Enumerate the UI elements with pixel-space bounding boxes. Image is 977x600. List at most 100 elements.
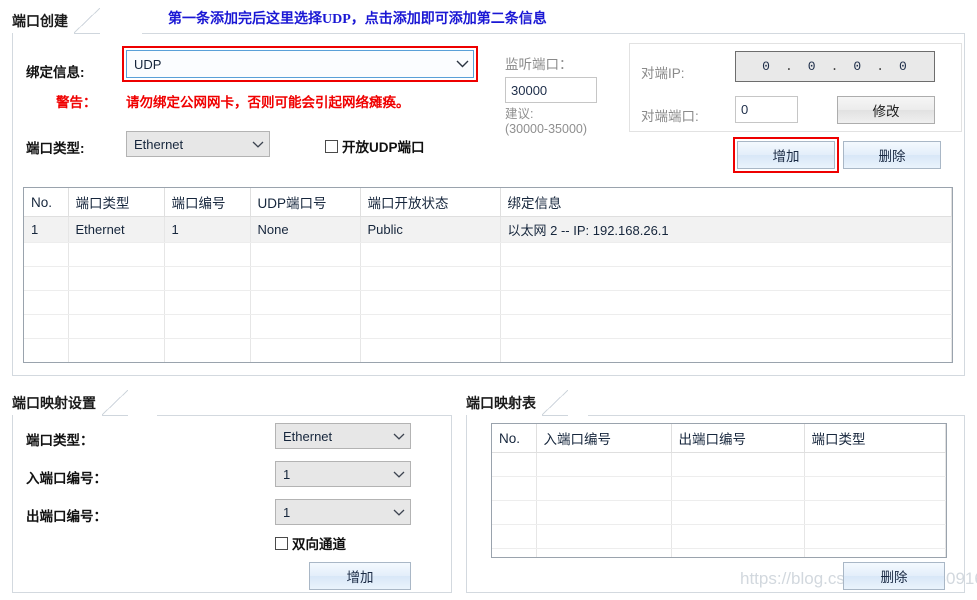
cell-empty	[671, 476, 805, 501]
cell-empty	[250, 314, 361, 339]
cell-empty	[68, 314, 165, 339]
cell-empty	[360, 290, 501, 315]
cell-empty	[536, 452, 672, 477]
cell-empty	[250, 338, 361, 362]
mapping-settings-group-header: 端口映射设置	[12, 390, 128, 416]
cell-empty	[536, 500, 672, 525]
cell-empty	[536, 476, 672, 501]
open-udp-port-label: 开放UDP端口	[342, 140, 425, 155]
peer-port-label: 对端端口:	[641, 109, 699, 124]
cell-empty	[536, 524, 672, 549]
cell-empty	[536, 548, 672, 557]
mapping-port-type-label: 端口类型：	[26, 433, 94, 448]
mapping-out-port-combobox[interactable]: 1	[275, 499, 411, 525]
cell-empty	[500, 290, 952, 315]
cell-empty	[24, 338, 69, 362]
listen-port-input[interactable]: 30000	[505, 77, 597, 103]
mapping-out-port-value: 1	[283, 504, 291, 520]
cell-empty	[360, 314, 501, 339]
table-row-empty[interactable]	[492, 548, 946, 557]
chevron-down-icon	[390, 430, 408, 442]
peer-port-input[interactable]: 0	[735, 96, 798, 123]
cell-empty	[671, 548, 805, 557]
mapping-add-button[interactable]: 增加	[309, 562, 411, 590]
port-create-title: 端口创建	[12, 13, 68, 29]
table-row-empty[interactable]	[24, 266, 952, 291]
chevron-down-icon	[453, 58, 471, 70]
cell-no: 1	[24, 216, 69, 243]
col-no: No.	[24, 188, 69, 217]
table-row-empty[interactable]	[492, 452, 946, 477]
table-row-empty[interactable]	[24, 314, 952, 339]
warning-text: 请勿绑定公网网卡，否则可能会引起网络瘫痪。	[126, 95, 410, 110]
table-header-row: No. 入端口编号 出端口编号 端口类型	[492, 424, 946, 453]
table-row-empty[interactable]	[24, 290, 952, 315]
cell-empty	[500, 266, 952, 291]
port-list-table[interactable]: No. 端口类型 端口编号 UDP端口号 端口开放状态 绑定信息 1 Ether…	[23, 187, 953, 363]
col-in-port: 入端口编号	[536, 424, 672, 453]
cell-empty	[68, 266, 165, 291]
cell-open-state: Public	[360, 216, 501, 243]
app-window: 第一条添加完后这里选择UDP，点击添加即可添加第二条信息 端口创建 绑定信息: …	[0, 0, 977, 600]
delete-port-button[interactable]: 删除	[843, 141, 941, 169]
open-udp-port-checkbox[interactable]: 开放UDP端口	[325, 136, 425, 156]
col-port-type: 端口类型	[804, 424, 946, 453]
table-row-empty[interactable]	[492, 476, 946, 501]
table-body	[492, 452, 946, 557]
listen-port-value: 30000	[511, 82, 548, 98]
col-out-port: 出端口编号	[671, 424, 805, 453]
cell-empty	[500, 242, 952, 267]
mapping-delete-button[interactable]: 删除	[843, 562, 945, 590]
tab-slant-icon	[102, 390, 128, 416]
cell-empty	[360, 266, 501, 291]
cell-empty	[164, 266, 251, 291]
table-row-empty[interactable]	[24, 338, 952, 362]
cell-empty	[671, 500, 805, 525]
modify-button[interactable]: 修改	[837, 96, 935, 124]
cell-empty	[492, 500, 537, 525]
binding-info-combobox[interactable]: UDP	[126, 50, 474, 78]
chevron-down-icon	[390, 506, 408, 518]
cell-empty	[24, 290, 69, 315]
cell-empty	[360, 242, 501, 267]
mapping-list-table[interactable]: No. 入端口编号 出端口编号 端口类型	[491, 423, 947, 558]
cell-empty	[68, 363, 164, 364]
port-list-table-element: No. 端口类型 端口编号 UDP端口号 端口开放状态 绑定信息 1 Ether…	[24, 188, 952, 364]
cell-empty	[804, 524, 946, 549]
cell-empty	[68, 242, 165, 267]
warning-label: 警告：	[56, 95, 97, 110]
bidirectional-checkbox[interactable]: 双向通道	[275, 533, 346, 553]
chevron-down-icon	[390, 468, 408, 480]
peer-ip-octet-2: 0	[807, 59, 817, 74]
cell-empty	[250, 363, 360, 364]
mapping-out-port-label: 出端口编号：	[26, 509, 107, 524]
cell-empty	[164, 290, 251, 315]
table-row[interactable]: 1 Ethernet 1 None Public 以太网 2 -- IP: 19…	[24, 216, 952, 243]
cell-empty	[24, 363, 68, 364]
binding-info-label: 绑定信息:	[26, 65, 85, 80]
table-row-empty[interactable]	[24, 242, 952, 267]
table-row-empty[interactable]	[492, 500, 946, 525]
table-row-empty[interactable]	[24, 363, 952, 364]
col-port-type: 端口类型	[68, 188, 165, 217]
cell-empty	[804, 548, 946, 557]
cell-empty	[804, 452, 946, 477]
col-no: No.	[492, 424, 537, 453]
cell-empty	[68, 338, 165, 362]
table-row-empty[interactable]	[492, 524, 946, 549]
add-port-button[interactable]: 增加	[737, 141, 835, 169]
peer-port-value: 0	[741, 102, 749, 117]
cell-empty	[804, 476, 946, 501]
peer-ip-input[interactable]: 0 . 0 . 0 . 0	[735, 51, 935, 82]
cell-empty	[24, 266, 69, 291]
cell-udp-port: None	[250, 216, 361, 243]
mapping-port-type-combobox[interactable]: Ethernet	[275, 423, 411, 449]
cell-empty	[164, 338, 251, 362]
port-type-combobox[interactable]: Ethernet	[126, 131, 270, 157]
col-port-number: 端口编号	[164, 188, 251, 217]
port-type-value: Ethernet	[134, 136, 184, 152]
chevron-down-icon	[249, 138, 267, 150]
cell-empty	[500, 314, 952, 339]
mapping-in-port-combobox[interactable]: 1	[275, 461, 411, 487]
port-create-group-header: 端口创建	[12, 8, 100, 34]
